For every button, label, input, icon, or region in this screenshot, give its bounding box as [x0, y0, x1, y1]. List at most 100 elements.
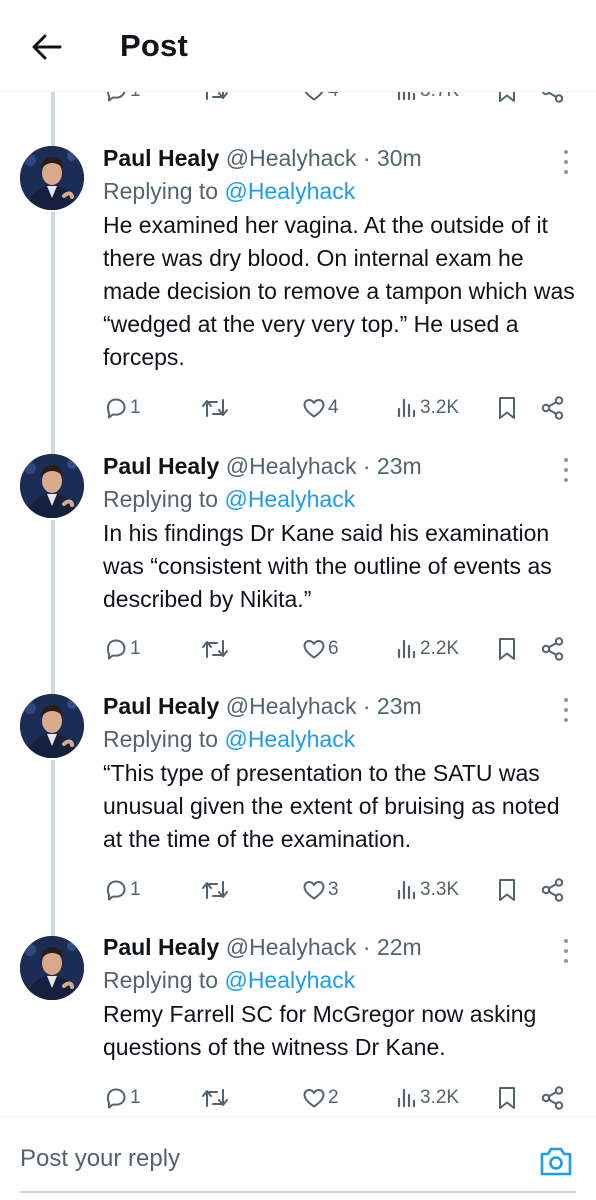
more-options-button[interactable] [562, 150, 570, 174]
timestamp[interactable]: 23m [377, 693, 422, 719]
author-handle[interactable]: @Healyhack [226, 934, 357, 960]
tweet-actions: 1 3 3.3K [0, 875, 596, 905]
repost-button[interactable] [201, 1083, 229, 1113]
tweet-header: Paul Healy @Healyhack · 30m [103, 142, 582, 174]
tweet-text: He examined her vagina. At the outside o… [103, 212, 575, 370]
reply-button[interactable]: 1 [104, 875, 141, 905]
more-dot [564, 959, 568, 963]
reply-input[interactable]: Post your reply [20, 1145, 180, 1173]
views-icon [397, 639, 416, 659]
share-button[interactable] [540, 634, 566, 664]
profile-photo [20, 146, 84, 210]
share-button[interactable] [540, 875, 566, 905]
replying-to-label: Replying to [103, 967, 225, 993]
replying-to-handle[interactable]: @Healyhack [224, 486, 355, 512]
timestamp[interactable]: 23m [377, 453, 422, 479]
like-button[interactable]: 2 [302, 1083, 339, 1113]
thread-line [51, 520, 55, 694]
separator-dot: · [362, 453, 371, 479]
more-dot [564, 150, 568, 154]
author-name[interactable]: Paul Healy [103, 693, 219, 719]
arrow-left-icon [32, 34, 62, 60]
reply-composer: Post your reply [0, 1116, 596, 1200]
like-button[interactable]: 3 [302, 875, 339, 905]
more-options-button[interactable] [562, 458, 570, 482]
author-name[interactable]: Paul Healy [103, 145, 219, 171]
more-options-button[interactable] [562, 698, 570, 722]
reply-button[interactable]: 1 [104, 1083, 141, 1113]
like-count: 3 [328, 879, 339, 900]
camera-icon [540, 1147, 572, 1176]
replying-to: Replying to @Healyhack [103, 722, 582, 756]
more-options-button[interactable] [562, 939, 570, 963]
timestamp[interactable]: 22m [377, 934, 422, 960]
share-button[interactable] [540, 1083, 566, 1113]
avatar[interactable] [20, 694, 84, 758]
tweet-header: Paul Healy @Healyhack · 23m [103, 690, 582, 722]
more-dot [564, 458, 568, 462]
more-dot [564, 160, 568, 164]
replying-to-label: Replying to [103, 178, 225, 204]
bookmark-button[interactable] [496, 1083, 518, 1113]
repost-icon [202, 399, 228, 417]
repost-button[interactable] [201, 393, 229, 423]
views-icon [397, 880, 416, 900]
tweet-actions: 1 2 3.2K [0, 1083, 596, 1113]
tweet-header: Paul Healy @Healyhack · 22m [103, 931, 582, 963]
timestamp[interactable]: 30m [377, 145, 422, 171]
author-handle[interactable]: @Healyhack [226, 145, 357, 171]
author-name[interactable]: Paul Healy [103, 934, 219, 960]
more-dot [564, 170, 568, 174]
share-icon [541, 1086, 564, 1110]
tweet-text: Remy Farrell SC for McGregor now asking … [103, 1001, 537, 1060]
more-dot [564, 949, 568, 953]
reply-count: 1 [130, 1087, 141, 1108]
avatar[interactable] [20, 454, 84, 518]
more-dot [564, 468, 568, 472]
like-count: 2 [328, 1087, 339, 1108]
views-button[interactable]: 3.2K [396, 393, 459, 423]
bookmark-icon [499, 397, 515, 419]
bookmark-button[interactable] [496, 393, 518, 423]
share-button[interactable] [540, 393, 566, 423]
camera-button[interactable] [538, 1143, 574, 1179]
author-name[interactable]: Paul Healy [103, 453, 219, 479]
repost-icon [202, 640, 228, 658]
back-button[interactable] [28, 28, 66, 66]
author-handle[interactable]: @Healyhack [226, 693, 357, 719]
views-button[interactable]: 3.3K [396, 875, 459, 905]
repost-button[interactable] [201, 634, 229, 664]
views-button[interactable]: 3.2K [396, 1083, 459, 1113]
like-button[interactable]: 4 [302, 393, 339, 423]
bookmark-button[interactable] [496, 875, 518, 905]
replying-to-handle[interactable]: @Healyhack [224, 726, 355, 752]
bookmark-button[interactable] [496, 634, 518, 664]
views-count: 3.2K [420, 1087, 460, 1108]
page-title: Post [120, 28, 188, 63]
reply-count: 1 [130, 397, 141, 418]
input-underline [20, 1191, 576, 1193]
reply-count: 1 [130, 638, 141, 659]
reply-button[interactable]: 1 [104, 393, 141, 423]
avatar[interactable] [20, 936, 84, 1000]
reply-button[interactable]: 1 [104, 634, 141, 664]
replying-to-label: Replying to [103, 486, 225, 512]
like-button[interactable]: 6 [302, 634, 339, 664]
avatar[interactable] [20, 146, 84, 210]
views-count: 3.2K [420, 397, 460, 418]
profile-photo [20, 454, 84, 518]
share-icon [541, 878, 564, 902]
replying-to: Replying to @Healyhack [103, 963, 582, 997]
more-dot [564, 718, 568, 722]
repost-button[interactable] [201, 875, 229, 905]
repost-icon [202, 881, 228, 899]
views-button[interactable]: 2.2K [396, 634, 459, 664]
heart-icon [303, 881, 325, 900]
reply-count: 1 [130, 879, 141, 900]
thread-line [51, 760, 55, 936]
share-icon [541, 396, 564, 420]
author-handle[interactable]: @Healyhack [226, 453, 357, 479]
replying-to-handle[interactable]: @Healyhack [224, 967, 355, 993]
like-count: 6 [328, 638, 339, 659]
replying-to-handle[interactable]: @Healyhack [224, 178, 355, 204]
